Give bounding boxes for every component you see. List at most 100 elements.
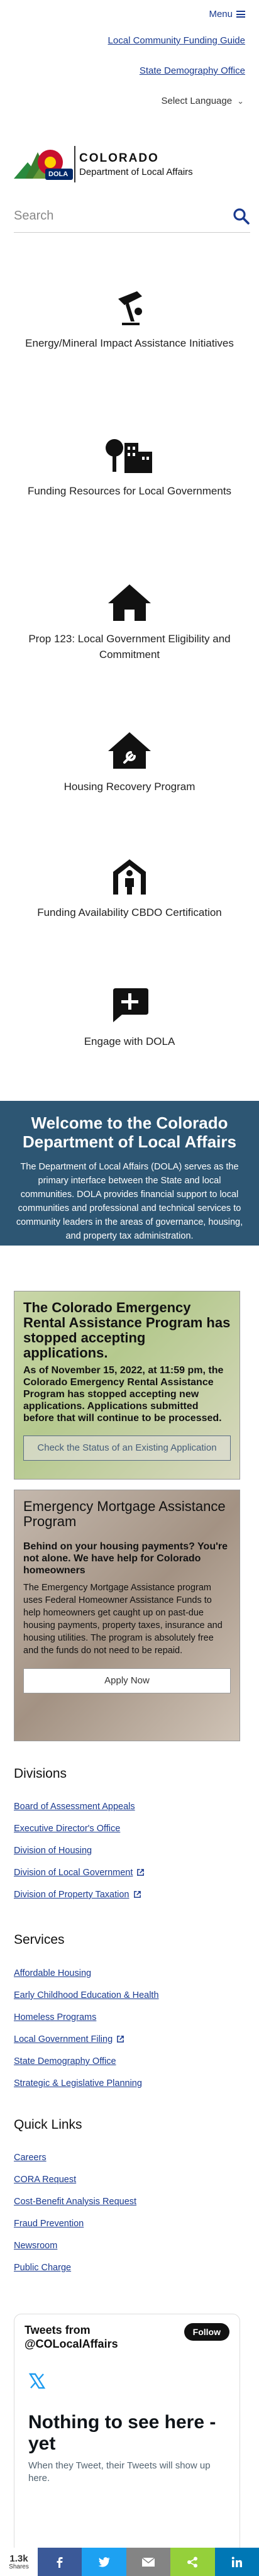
welcome-title: Welcome to the Colorado Department of Lo… — [23, 1113, 236, 1151]
search-bar — [14, 200, 250, 233]
tile-label: Prop 123: Local Government Eligibility a… — [28, 633, 231, 661]
quick-link[interactable]: CORA Request — [14, 2173, 76, 2186]
tile-cbdo-certification[interactable]: Funding Availability CBDO Certification — [0, 856, 259, 920]
dola-badge: DOLA — [48, 170, 69, 178]
mountains-logo-icon — [14, 146, 75, 182]
search-input[interactable] — [14, 209, 233, 223]
card-subtitle: As of November 15, 2022, at 11:59 pm, th… — [23, 1365, 224, 1424]
card-subtitle: Behind on your housing payments? You're … — [23, 1541, 228, 1576]
welcome-section: Welcome to the Colorado Department of Lo… — [0, 1101, 259, 1246]
service-link[interactable]: Homeless Programs — [14, 2011, 96, 2024]
tile-label: Housing Recovery Program — [63, 781, 196, 793]
local-community-funding-guide-link[interactable]: Local Community Funding Guide — [108, 35, 245, 46]
tile-prop-123[interactable]: Prop 123: Local Government Eligibility a… — [0, 582, 259, 662]
quick-link[interactable]: Fraud Prevention — [14, 2217, 84, 2230]
divisions-heading: Divisions — [14, 1766, 67, 1781]
list-item: Newsroom — [14, 2239, 136, 2261]
list-item: State Demography Office — [14, 2055, 159, 2077]
service-link[interactable]: State Demography Office — [14, 2055, 116, 2068]
email-share-button[interactable] — [126, 2548, 171, 2576]
menu-button[interactable]: Menu — [209, 9, 245, 20]
house-repair-icon — [108, 732, 151, 769]
twitter-share-button[interactable] — [82, 2548, 126, 2576]
quick-links-list: Careers CORA Request Cost-Benefit Analys… — [14, 2151, 136, 2283]
hamburger-icon — [236, 11, 245, 18]
state-demography-office-link[interactable]: State Demography Office — [140, 65, 245, 76]
list-item: Cost-Benefit Analysis Request — [14, 2195, 136, 2217]
facebook-share-button[interactable] — [38, 2548, 82, 2576]
services-heading: Services — [14, 1932, 65, 1947]
services-list: Affordable Housing Early Childhood Educa… — [14, 1967, 159, 2099]
email-icon — [142, 2557, 155, 2567]
division-link[interactable]: Executive Director's Office — [14, 1822, 120, 1835]
list-item: Early Childhood Education & Health — [14, 1989, 159, 2011]
menu-label: Menu — [209, 9, 233, 20]
site-logo[interactable]: DOLA COLORADO Department of Local Affair… — [14, 143, 253, 185]
service-link[interactable]: Early Childhood Education & Health — [14, 1989, 159, 2002]
tile-label: Funding Resources for Local Governments — [27, 485, 232, 497]
list-item: Division of Property Taxation — [14, 1888, 145, 1910]
service-link[interactable]: Strategic & Legislative Planning — [14, 2077, 142, 2090]
tile-label: Funding Availability CBDO Certification — [37, 906, 222, 918]
mortgage-assistance-card: Emergency Mortgage Assistance Program Be… — [14, 1490, 240, 1741]
quick-link[interactable]: Careers — [14, 2151, 47, 2164]
external-link-icon — [117, 2036, 124, 2043]
quick-link[interactable]: Newsroom — [14, 2239, 57, 2252]
tile-funding-resources[interactable]: Funding Resources for Local Governments — [0, 434, 259, 499]
list-item: Board of Assessment Appeals — [14, 1800, 145, 1822]
twitter-title: Tweets from @COLocalAffairs — [25, 2324, 118, 2350]
search-icon[interactable] — [233, 208, 250, 225]
share-count-label: Shares — [9, 2563, 29, 2570]
apply-now-button[interactable]: Apply Now — [23, 1668, 231, 1693]
quick-links-heading: Quick Links — [14, 2117, 82, 2132]
chat-plus-icon — [113, 988, 148, 1022]
share-button[interactable] — [170, 2548, 215, 2576]
rental-assistance-card: The Colorado Emergency Rental Assistance… — [14, 1291, 240, 1480]
twitter-empty-subtitle: When they Tweet, their Tweets will show … — [28, 2460, 211, 2484]
tile-energy-mineral[interactable]: Energy/Mineral Impact Assistance Initiat… — [0, 286, 259, 351]
service-link[interactable]: Affordable Housing — [14, 1967, 91, 1980]
division-link[interactable]: Division of Local Government — [14, 1866, 133, 1879]
share-count: 1.3k Shares — [0, 2548, 38, 2576]
division-link[interactable]: Board of Assessment Appeals — [14, 1800, 135, 1813]
tile-housing-recovery[interactable]: Housing Recovery Program — [0, 730, 259, 795]
colorado-logo-mark: DOLA — [14, 143, 108, 185]
linkedin-icon — [231, 2556, 242, 2567]
facebook-icon — [57, 2556, 63, 2568]
check-status-button[interactable]: Check the Status of an Existing Applicat… — [23, 1436, 231, 1461]
house-icon — [108, 584, 151, 621]
list-item: Careers — [14, 2151, 136, 2173]
list-item: CORA Request — [14, 2173, 136, 2195]
service-link[interactable]: Local Government Filing — [14, 2033, 113, 2046]
card-body: The Emergency Mortgage Assistance progra… — [23, 1583, 223, 1656]
share-icon — [187, 2556, 198, 2567]
twitter-header: Tweets from @COLocalAffairs Follow — [14, 2314, 240, 2360]
list-item: Public Charge — [14, 2261, 136, 2283]
language-select[interactable]: Select Language ⌄ — [161, 96, 244, 106]
utility-bar: Menu Local Community Funding Guide State… — [0, 0, 259, 120]
division-link[interactable]: Division of Property Taxation — [14, 1888, 130, 1901]
list-item: Local Government Filing — [14, 2033, 159, 2055]
list-item: Homeless Programs — [14, 2011, 159, 2033]
tile-label: Engage with DOLA — [84, 1035, 175, 1047]
quick-link[interactable]: Public Charge — [14, 2261, 71, 2274]
list-item: Executive Director's Office — [14, 1822, 145, 1844]
tile-engage-with-dola[interactable]: Engage with DOLA — [0, 984, 259, 1049]
card-title: The Colorado Emergency Rental Assistance… — [23, 1300, 231, 1361]
list-item: Affordable Housing — [14, 1967, 159, 1989]
twitter-empty-title: Nothing to see here - yet — [28, 2412, 216, 2454]
x-logo-icon — [28, 2373, 46, 2389]
linkedin-share-button[interactable] — [214, 2548, 259, 2576]
share-bar: 1.3k Shares — [0, 2548, 259, 2576]
share-count-number: 1.3k — [9, 2553, 28, 2564]
external-link-icon — [137, 1869, 145, 1876]
quick-link[interactable]: Cost-Benefit Analysis Request — [14, 2195, 136, 2208]
card-title: Emergency Mortgage Assistance Program — [23, 1498, 226, 1529]
list-item: Division of Local Government — [14, 1866, 145, 1888]
tree-buildings-icon — [106, 439, 152, 473]
follow-button[interactable]: Follow — [184, 2323, 229, 2341]
twitter-bird-icon — [98, 2556, 110, 2567]
external-link-icon — [133, 1891, 141, 1898]
tile-label: Energy/Mineral Impact Assistance Initiat… — [25, 337, 234, 349]
division-link[interactable]: Division of Housing — [14, 1844, 92, 1857]
